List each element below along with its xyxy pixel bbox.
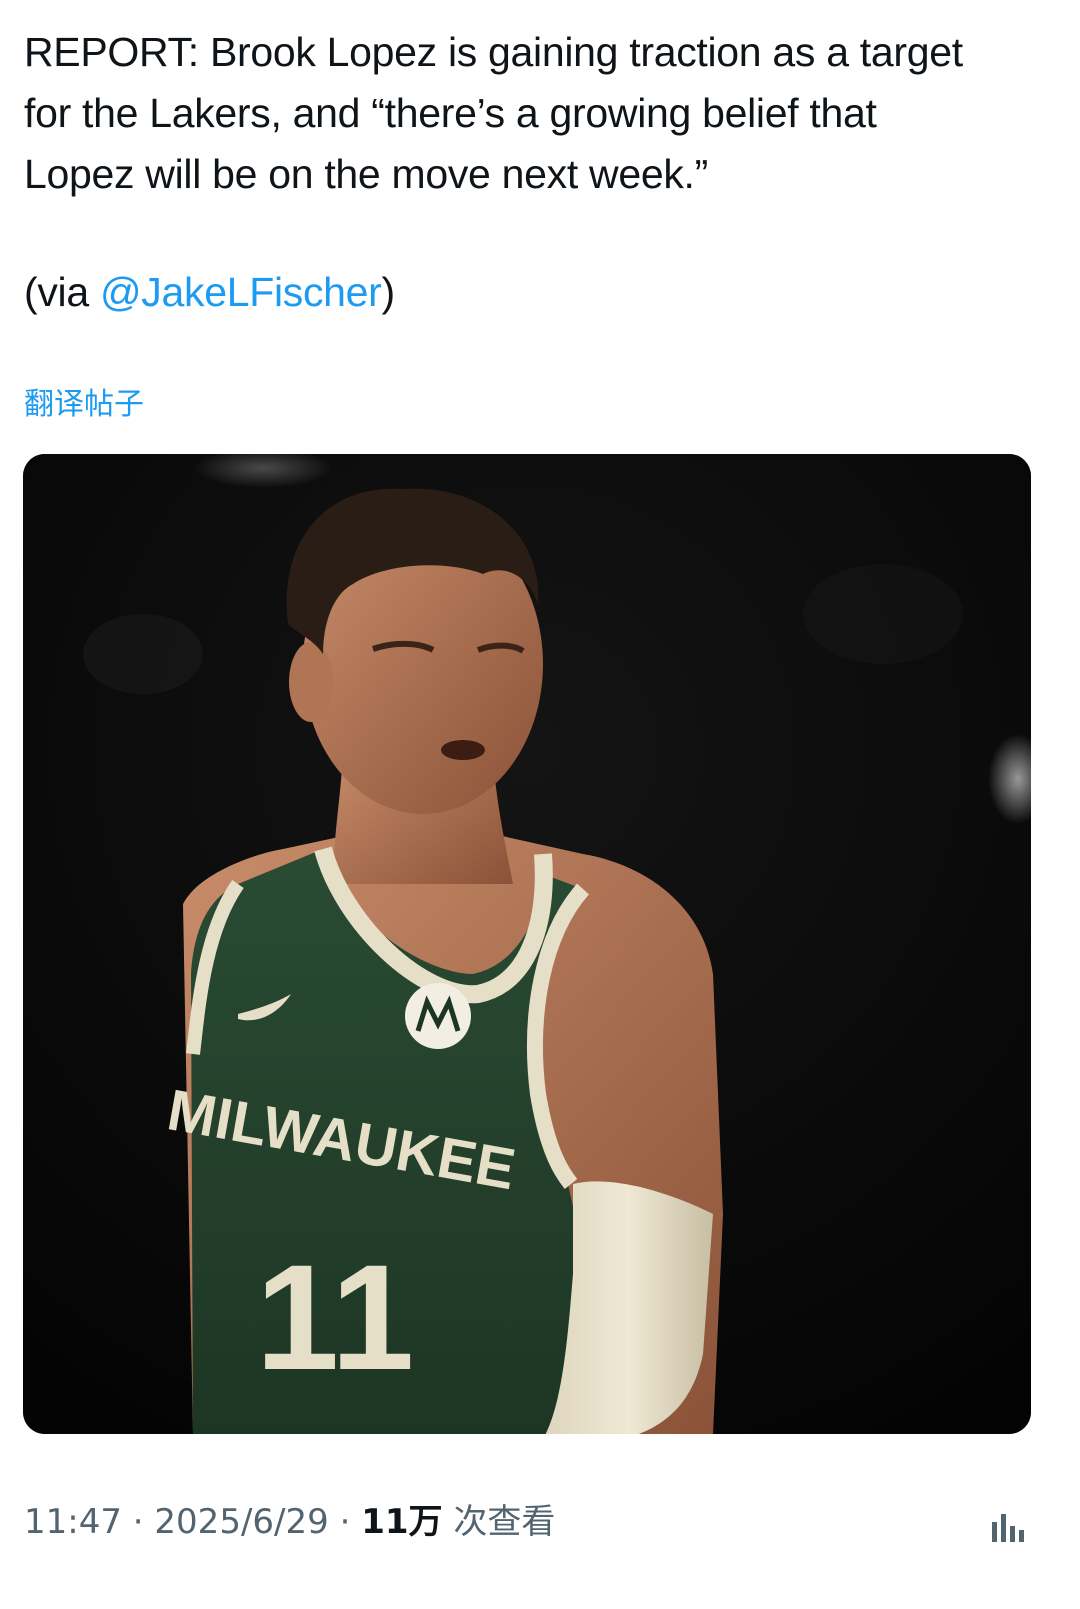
tweet-time[interactable]: 11:47 xyxy=(24,1502,122,1542)
tweet-line-3: Lopez will be on the move next week.” xyxy=(24,151,708,197)
meta-separator-1: · xyxy=(121,1502,155,1542)
tweet-meta: 11:47 · 2025/6/29 · 11万 次查看 xyxy=(24,1498,555,1546)
mention-link[interactable]: @JakeLFischer xyxy=(100,269,382,315)
via-prefix: (via xyxy=(24,269,100,315)
via-attribution: (via @JakeLFischer) xyxy=(24,262,395,323)
tweet-line-1: REPORT: Brook Lopez is gaining traction … xyxy=(24,29,963,75)
translate-post-link[interactable]: 翻译帖子 xyxy=(24,385,144,425)
bar-chart-icon[interactable] xyxy=(988,1508,1028,1544)
jersey-number: 11 xyxy=(256,1233,415,1401)
views-label: 次查看 xyxy=(442,1502,556,1542)
player-photo-illustration: MILWAUKEE 11 xyxy=(23,454,1031,1434)
tweet-text: REPORT: Brook Lopez is gaining traction … xyxy=(24,22,1054,205)
tweet-line-2: for the Lakers, and “there’s a growing b… xyxy=(24,90,877,136)
views-count: 11万 xyxy=(361,1502,443,1542)
tweet-photo[interactable]: MILWAUKEE 11 xyxy=(23,454,1031,1434)
tweet-date[interactable]: 2025/6/29 xyxy=(154,1502,328,1542)
via-suffix: ) xyxy=(381,269,396,315)
meta-separator-2: · xyxy=(328,1502,362,1542)
